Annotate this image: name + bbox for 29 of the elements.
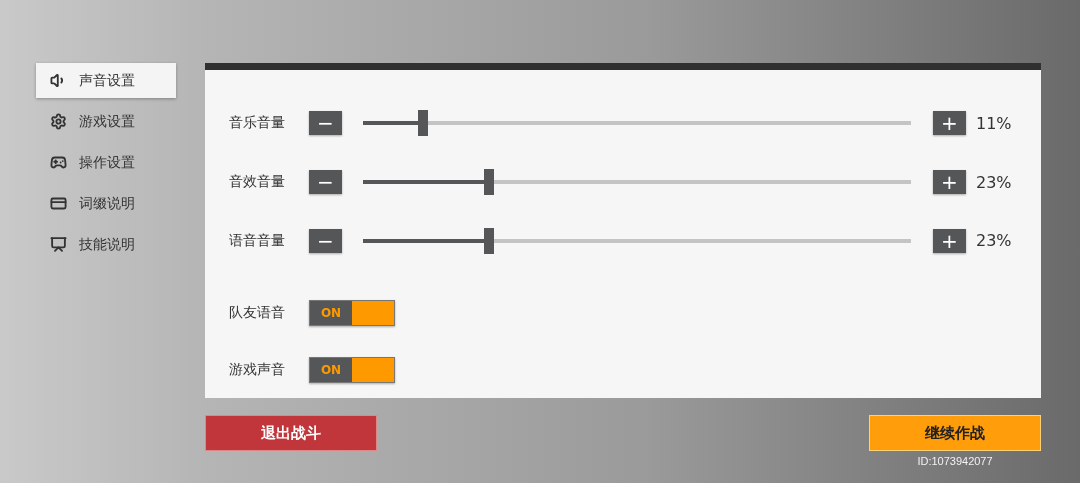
slider-thumb[interactable] [484, 228, 495, 254]
setting-label: 队友语音 [229, 303, 286, 322]
exit-battle-button[interactable]: 退出战斗 [205, 415, 377, 451]
gamepad-icon [50, 154, 67, 171]
minus-button[interactable]: − [309, 111, 342, 136]
minus-button[interactable]: − [309, 170, 342, 195]
plus-button[interactable]: + [933, 170, 966, 195]
sidebar-item[interactable]: 游戏设置 [36, 104, 176, 139]
setting-label: 语音音量 [229, 232, 286, 250]
plus-button[interactable]: + [933, 229, 966, 253]
gear-icon [50, 113, 67, 130]
sidebar-item[interactable]: 操作设置 [36, 145, 176, 180]
setting-label: 游戏声音 [229, 360, 286, 379]
volume-reading: 11% [976, 113, 1012, 133]
setting-label: 音效音量 [229, 173, 286, 192]
volume-reading: 23% [976, 172, 1012, 192]
setting-label: 音乐音量 [229, 114, 286, 133]
slider-thumb[interactable] [418, 110, 429, 137]
sidebar-item[interactable]: 技能说明 [36, 227, 176, 262]
player-id: ID:1073942077 [917, 455, 993, 467]
sidebar-item[interactable]: 词缀说明 [36, 186, 176, 221]
slider-thumb[interactable] [484, 169, 495, 196]
plus-button[interactable]: + [933, 111, 966, 136]
volume-reading: 23% [976, 231, 1012, 251]
continue-button[interactable]: 继续作战 [869, 415, 1041, 451]
sidebar-item[interactable]: 声音设置 [36, 63, 176, 98]
card-icon [50, 195, 67, 212]
screen-icon [50, 236, 67, 253]
minus-button[interactable]: − [309, 229, 342, 253]
